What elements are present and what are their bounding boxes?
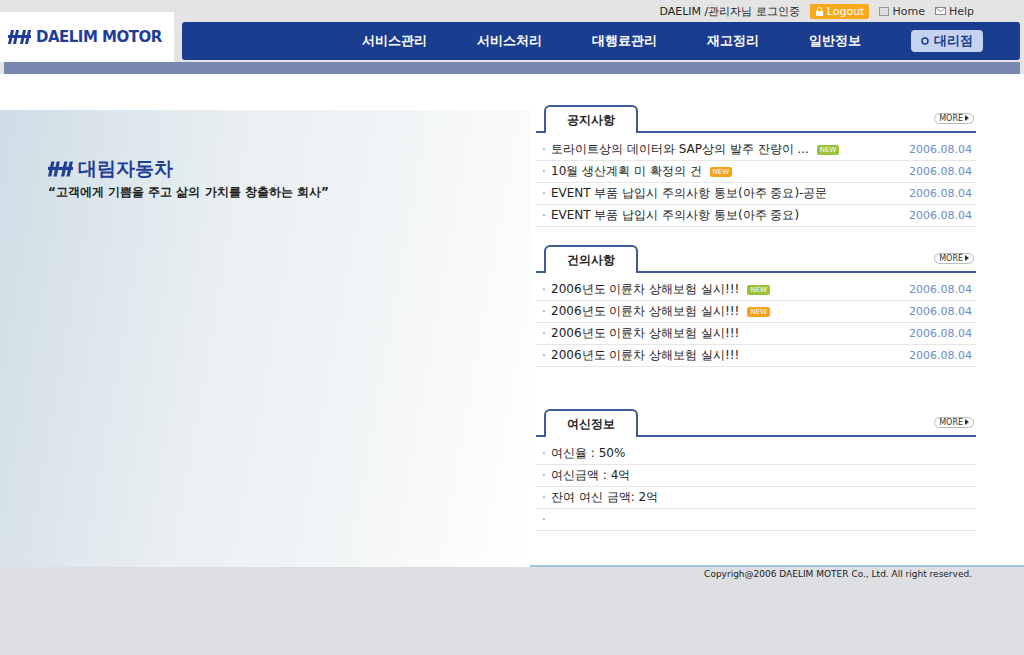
arrow-icon [965, 419, 969, 425]
more-label: MORE [939, 254, 963, 263]
row-title: 여신금액 : 4억 [551, 467, 630, 484]
home-link[interactable]: Home [879, 5, 924, 18]
list-row[interactable]: ·토라이트상의 데이터와 SAP상의 발주 잔량이 ... NEW 2006.08.… [536, 139, 976, 161]
row-title: 2006년도 이륜차 상해보험 실시!!! [551, 347, 739, 364]
logo-icon [8, 30, 32, 44]
nav-item[interactable]: 대행료관리 [592, 32, 657, 50]
row-title: 여신율 : 50% [551, 445, 625, 462]
section-tab[interactable]: 여신정보 [544, 409, 638, 437]
section-tab[interactable]: 건의사항 [544, 245, 638, 273]
row-date: 2006.08.04 [909, 165, 976, 178]
section-header: 건의사항 MORE [536, 245, 976, 273]
bullet: · [542, 187, 551, 201]
mail-icon [935, 7, 946, 15]
nav-item[interactable]: 서비스처리 [477, 32, 542, 50]
more-button[interactable]: MORE [934, 113, 974, 124]
bullet: · [542, 209, 551, 223]
section-header: 공지사항 MORE [536, 105, 976, 133]
row-title: 2006년도 이륜차 상해보험 실시!!! [551, 281, 739, 298]
lock-icon [815, 7, 824, 16]
new-badge: NEW [747, 307, 770, 317]
nav-item[interactable]: 서비스관리 [362, 32, 427, 50]
list-row[interactable]: ·EVENT 부품 납입시 주의사항 통보(아주 중요) 2006.08.04 [536, 205, 976, 227]
arrow-icon [965, 255, 969, 261]
list-row[interactable]: ·여신금액 : 4억 [536, 465, 976, 487]
row-date: 2006.08.04 [909, 283, 976, 296]
row-title: EVENT 부품 납입시 주의사항 통보(아주 중요)-공문 [551, 185, 827, 202]
row-date: 2006.08.04 [909, 327, 976, 340]
list-row[interactable]: ·잔여 여신 금액: 2억 [536, 487, 976, 509]
row-date: 2006.08.04 [909, 143, 976, 156]
bullet: · [542, 305, 551, 319]
row-title: 2006년도 이륜차 상해보험 실시!!! [551, 325, 739, 342]
slogan: “고객에게 기쁨을 주고 삶의 가치를 창출하는 회사” [48, 184, 530, 201]
list-row[interactable]: ·2006년도 이륜차 상해보험 실시!!! NEW 2006.08.04 [536, 279, 976, 301]
more-label: MORE [939, 114, 963, 123]
nav-item[interactable]: 재고정리 [707, 32, 759, 50]
home-icon [879, 7, 889, 16]
row-title: 잔여 여신 금액: 2억 [551, 489, 658, 506]
list-row[interactable]: ·10월 생산계획 미 확정의 건 NEW 2006.08.04 [536, 161, 976, 183]
board-section: 여신정보MORE·여신율 : 50%·여신금액 : 4억·잔여 여신 금액: 2… [536, 409, 976, 531]
bullet: · [542, 513, 551, 527]
list-row[interactable]: ·2006년도 이륜차 상해보험 실시!!! NEW 2006.08.04 [536, 301, 976, 323]
row-list: ·2006년도 이륜차 상해보험 실시!!!NEW2006.08.04·2006… [536, 279, 976, 367]
login-status: DAELIM /관리자님 로그인중 [659, 4, 799, 19]
bullet: · [542, 327, 551, 341]
bullet: · [542, 349, 551, 363]
logout-button[interactable]: Logout [810, 4, 870, 19]
new-badge: NEW [747, 285, 770, 295]
nav-item[interactable]: 일반정보 [809, 32, 861, 50]
new-badge: NEW [817, 145, 840, 155]
list-row[interactable]: ·여신율 : 50% [536, 443, 976, 465]
header-band [4, 62, 1020, 74]
hero-banner: 대림자동차 “고객에게 기쁨을 주고 삶의 가치를 창출하는 회사” [0, 110, 530, 567]
logo-text: DAELIM MOTOR [36, 28, 162, 46]
bullet: · [542, 447, 551, 461]
row-date: 2006.08.04 [909, 349, 976, 362]
section-tab[interactable]: 공지사항 [544, 105, 638, 133]
row-date: 2006.08.04 [909, 209, 976, 222]
main-nav: 서비스관리 서비스처리 대행료관리 재고정리 일반정보 대리점 [182, 22, 1020, 60]
logo-icon [48, 161, 74, 177]
section-header: 여신정보 MORE [536, 409, 976, 437]
bullet: · [542, 143, 551, 157]
row-date: 2006.08.04 [909, 305, 976, 318]
list-row[interactable]: ·2006년도 이륜차 상해보험 실시!!! 2006.08.04 [536, 345, 976, 367]
list-row[interactable]: ·EVENT 부품 납입시 주의사항 통보(아주 중요)-공문 2006.08.0… [536, 183, 976, 205]
board-section: 건의사항MORE·2006년도 이륜차 상해보험 실시!!!NEW2006.08… [536, 245, 976, 367]
new-badge: NEW [710, 167, 733, 177]
more-button[interactable]: MORE [934, 253, 974, 264]
row-date: 2006.08.04 [909, 187, 976, 200]
bullet: · [542, 283, 551, 297]
bullet: · [542, 469, 551, 483]
more-button[interactable]: MORE [934, 417, 974, 428]
row-title: EVENT 부품 납입시 주의사항 통보(아주 중요) [551, 207, 799, 224]
list-row[interactable]: · [536, 509, 976, 531]
list-row[interactable]: ·2006년도 이륜차 상해보험 실시!!! 2006.08.04 [536, 323, 976, 345]
logo[interactable]: DAELIM MOTOR [0, 12, 174, 62]
status-bar: DAELIM /관리자님 로그인중 Logout Home Help [182, 0, 1020, 22]
row-list: ·토라이트상의 데이터와 SAP상의 발주 잔량이 ...NEW2006.08.… [536, 139, 976, 227]
row-title: 2006년도 이륜차 상해보험 실시!!! [551, 303, 739, 320]
row-title: 토라이트상의 데이터와 SAP상의 발주 잔량이 ... [551, 141, 809, 158]
row-title: 10월 생산계획 미 확정의 건 [551, 163, 702, 180]
circle-icon [921, 37, 929, 45]
help-link[interactable]: Help [935, 5, 974, 18]
header: DAELIM MOTOR DAELIM /관리자님 로그인중 Logout Ho… [0, 0, 1024, 74]
branch-button[interactable]: 대리점 [911, 30, 983, 52]
row-list: ·여신율 : 50%·여신금액 : 4억·잔여 여신 금액: 2억· [536, 443, 976, 531]
hero-logo: 대림자동차 [48, 156, 530, 182]
board-section: 공지사항MORE·토라이트상의 데이터와 SAP상의 발주 잔량이 ...NEW… [536, 105, 976, 227]
more-label: MORE [939, 418, 963, 427]
bullet: · [542, 491, 551, 505]
bullet: · [542, 165, 551, 179]
arrow-icon [965, 115, 969, 121]
copyright: Copyrigh@2006 DAELIM MOTER Co., Ltd. All… [704, 569, 972, 579]
